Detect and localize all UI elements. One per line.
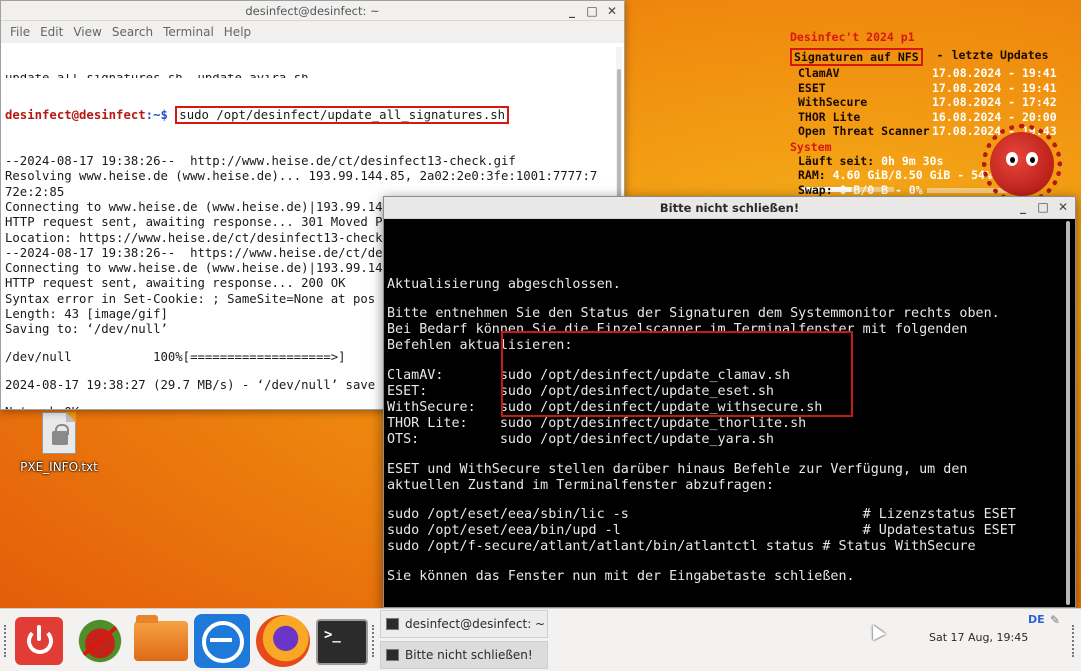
- signature-row: WithSecure 17.08.2024 - 17:42: [798, 95, 1057, 109]
- taskbar-item-main-terminal[interactable]: desinfect@desinfect: ~: [380, 610, 548, 638]
- maximize-icon[interactable]: □: [586, 1, 598, 21]
- keyboard-layout-indicator[interactable]: DE: [1028, 613, 1045, 626]
- teamviewer-icon[interactable]: [194, 614, 250, 668]
- terminal-output[interactable]: Aktualisierung abgeschlossen. Bitte entne…: [387, 231, 1059, 607]
- terminal-line: update_all_signatures.sh update_avira.sh: [5, 74, 614, 78]
- terminal-line: Resolving www.heise.de (www.heise.de)...…: [5, 169, 598, 184]
- prompt-line: desinfect@desinfect:~$ sudo /opt/desinfe…: [5, 106, 614, 125]
- taskbar-item-status-terminal[interactable]: Bitte nicht schließen!: [380, 641, 548, 669]
- close-icon[interactable]: ✕: [606, 1, 618, 21]
- menu-bar: File Edit View Search Terminal Help: [1, 21, 624, 43]
- panel-grip[interactable]: [1072, 625, 1076, 657]
- clock[interactable]: Sat 17 Aug, 19:45: [929, 631, 1028, 644]
- terminal-line: THOR Lite: sudo /opt/desinfect/update_th…: [387, 416, 807, 432]
- maximize-icon[interactable]: □: [1037, 197, 1049, 218]
- desktop-file-pxe-info[interactable]: PXE_INFO.txt: [14, 412, 104, 474]
- panel-grip[interactable]: [372, 625, 376, 657]
- menu-search[interactable]: Search: [107, 25, 158, 39]
- terminal-icon: [386, 649, 399, 661]
- desinfect-icon[interactable]: [75, 617, 125, 665]
- last-updates-label: letzte Updates: [951, 48, 1049, 62]
- window-titlebar[interactable]: desinfect@desinfect: ~ _ □ ✕: [1, 1, 624, 21]
- desktop-file-label: PXE_INFO.txt: [20, 460, 98, 474]
- prompt-user: desinfect@desinfect: [5, 108, 146, 123]
- menu-file[interactable]: File: [5, 25, 35, 39]
- minimize-icon[interactable]: _: [1017, 197, 1029, 218]
- terminal-line: sudo /opt/eset/eea/bin/upd -l # Updatest…: [387, 523, 1016, 539]
- window-titlebar[interactable]: Bitte nicht schließen! _ □ ✕: [384, 197, 1075, 219]
- terminal-line: Sie können das Fenster nun mit der Einga…: [387, 568, 855, 584]
- signature-row: ClamAV 17.08.2024 - 19:41: [798, 66, 1057, 80]
- terminal-line: aktuellen Zustand im Terminalfenster abz…: [387, 477, 774, 493]
- close-icon[interactable]: ✕: [1057, 197, 1069, 218]
- menu-help[interactable]: Help: [219, 25, 256, 39]
- monitor-header: Signaturen auf NFS - letzte Updates: [790, 48, 1078, 66]
- nfs-signatures-label: Signaturen auf NFS: [790, 48, 923, 66]
- desinfect-mascot-icon: [982, 124, 1062, 204]
- menu-edit[interactable]: Edit: [35, 25, 68, 39]
- terminal-icon[interactable]: [316, 619, 368, 665]
- terminal-line: sudo /opt/f-secure/atlant/atlant/bin/atl…: [387, 539, 976, 555]
- terminal-window-status[interactable]: Bitte nicht schließen! _ □ ✕ Aktualisier…: [383, 196, 1076, 608]
- signature-row: ESET 17.08.2024 - 19:41: [798, 80, 1057, 95]
- firefox-icon[interactable]: [256, 615, 310, 667]
- panel-grip[interactable]: [4, 625, 8, 657]
- terminal-line: Aktualisierung abgeschlossen.: [387, 276, 621, 292]
- text-file-icon: [42, 412, 76, 454]
- taskbar: desinfect@desinfect: ~ Bitte nicht schli…: [0, 608, 1081, 671]
- entered-command: sudo /opt/desinfect/update_all_signature…: [175, 106, 510, 125]
- terminal-line: OTS: sudo /opt/desinfect/update_yara.sh: [387, 432, 774, 448]
- menu-view[interactable]: View: [68, 25, 106, 39]
- window-title: Bitte nicht schließen!: [659, 201, 800, 215]
- minimize-icon[interactable]: _: [566, 1, 578, 21]
- scrollbar[interactable]: [1063, 221, 1073, 605]
- terminal-line: ESET und WithSecure stellen darüber hina…: [387, 461, 968, 477]
- file-manager-icon[interactable]: [134, 615, 188, 661]
- menu-terminal[interactable]: Terminal: [158, 25, 219, 39]
- pin-icon[interactable]: ✎: [1050, 613, 1060, 627]
- prompt-path: :~$: [145, 108, 176, 123]
- terminal-line: --2024-08-17 19:38:26-- http://www.heise…: [5, 154, 516, 169]
- monitor-title: Desinfec't 2024 p1: [790, 30, 915, 44]
- window-title: desinfect@desinfect: ~: [245, 4, 380, 18]
- signature-row: THOR Lite 16.08.2024 - 20:00: [798, 109, 1057, 124]
- power-icon[interactable]: [15, 617, 63, 665]
- terminal-icon: [386, 618, 399, 630]
- update-commands-highlight: [501, 331, 853, 417]
- terminal-line: sudo /opt/eset/eea/sbin/lic -s # Lizenzs…: [387, 507, 1016, 523]
- terminal-line: Bitte entnehmen Sie den Status der Signa…: [387, 306, 1000, 322]
